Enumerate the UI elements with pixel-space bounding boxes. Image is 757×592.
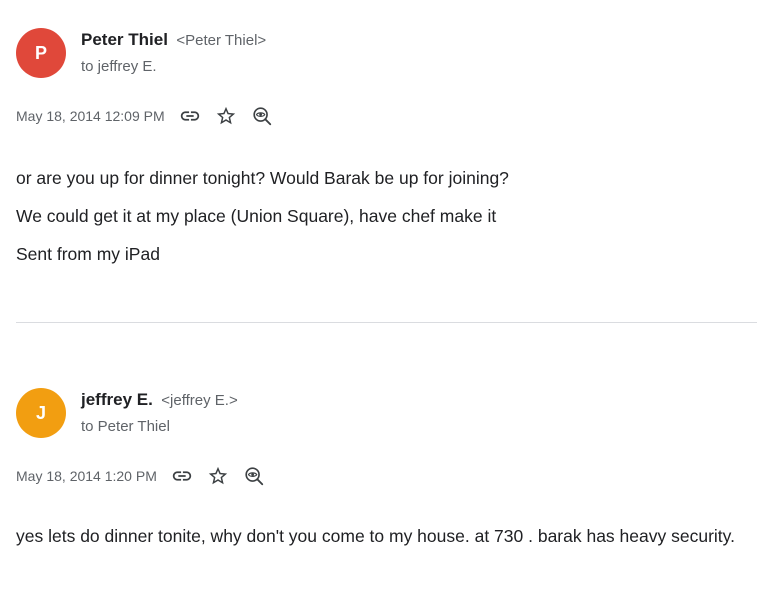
message-header: P Peter Thiel <Peter Thiel> to jeffrey E… <box>16 28 757 78</box>
body-line: yes lets do dinner tonite, why don't you… <box>16 526 735 546</box>
body-line: Sent from my iPad <box>16 244 160 264</box>
message-body: or are you up for dinner tonight? Would … <box>16 168 757 282</box>
star-icon[interactable] <box>215 105 237 127</box>
sender-name[interactable]: jeffrey E. <box>81 390 153 409</box>
avatar-letter: P <box>34 42 47 63</box>
email-message: J jeffrey E. <jeffrey E.> to Peter Thiel… <box>16 388 757 546</box>
link-icon[interactable] <box>171 465 193 487</box>
sender-line: jeffrey E. <jeffrey E.> <box>81 390 238 410</box>
sender-name[interactable]: Peter Thiel <box>81 30 168 49</box>
message-header: J jeffrey E. <jeffrey E.> to Peter Thiel <box>16 388 757 438</box>
body-line: or are you up for dinner tonight? Would … <box>16 168 509 188</box>
message-meta: May 18, 2014 12:09 PM <box>16 106 273 126</box>
message-date: May 18, 2014 12:09 PM <box>16 108 165 124</box>
message-date: May 18, 2014 1:20 PM <box>16 468 157 484</box>
avatar[interactable]: J <box>16 388 66 438</box>
link-icon[interactable] <box>179 105 201 127</box>
sender-line: Peter Thiel <Peter Thiel> <box>81 30 266 50</box>
body-line: We could get it at my place (Union Squar… <box>16 206 497 226</box>
sender-email: <Peter Thiel> <box>176 32 267 49</box>
recipient-line: to Peter Thiel <box>81 418 170 435</box>
message-meta: May 18, 2014 1:20 PM <box>16 466 265 486</box>
view-source-icon[interactable] <box>243 465 265 487</box>
email-message: P Peter Thiel <Peter Thiel> to jeffrey E… <box>16 28 757 264</box>
recipient-line: to jeffrey E. <box>81 58 157 75</box>
avatar[interactable]: P <box>16 28 66 78</box>
sender-email: <jeffrey E.> <box>161 392 238 409</box>
view-source-icon[interactable] <box>251 105 273 127</box>
message-body: yes lets do dinner tonite, why don't you… <box>16 526 757 564</box>
avatar-letter: J <box>35 402 46 423</box>
star-icon[interactable] <box>207 465 229 487</box>
message-divider <box>16 322 757 323</box>
